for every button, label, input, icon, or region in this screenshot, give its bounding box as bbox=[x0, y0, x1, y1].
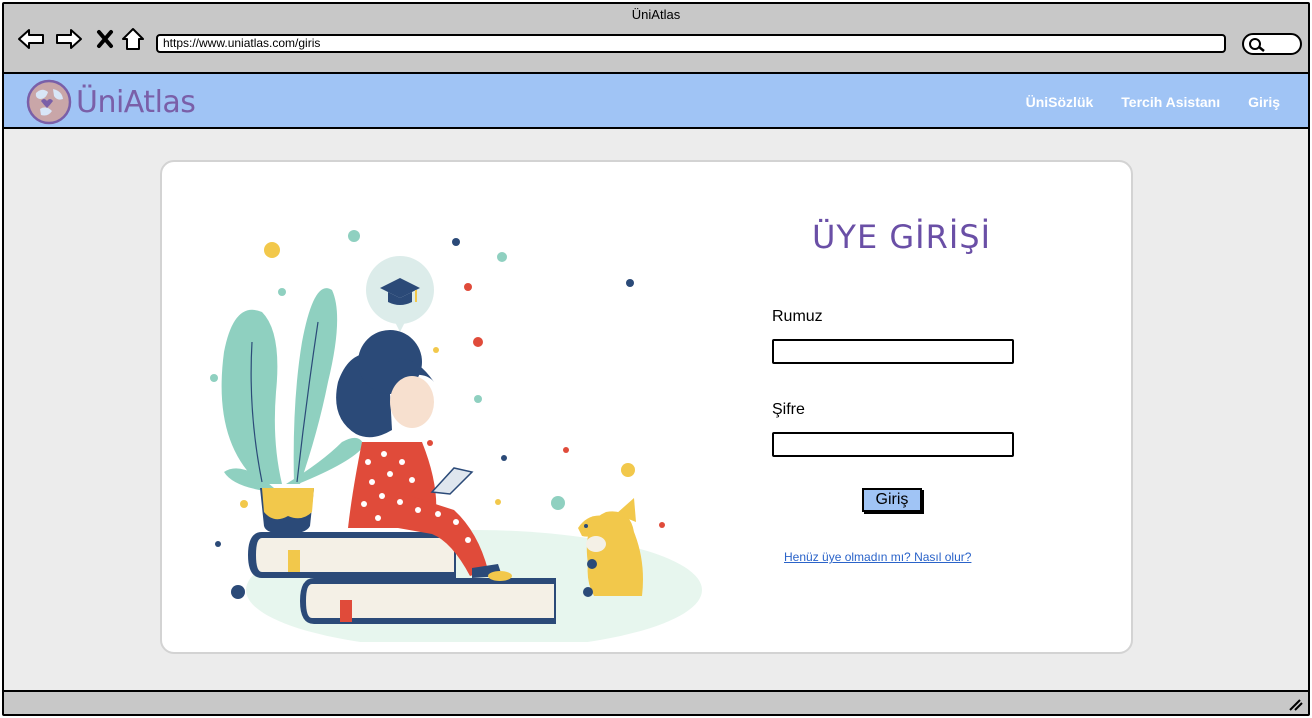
globe-logo-icon bbox=[26, 79, 72, 125]
site-navbar: ÜniAtlas ÜniSözlük Tercih Asistanı Giriş bbox=[4, 74, 1308, 129]
username-input[interactable] bbox=[772, 339, 1014, 364]
password-label: Şifre bbox=[772, 401, 805, 418]
arrow-right-icon bbox=[56, 29, 82, 49]
login-title: ÜYE GİRİŞİ bbox=[812, 218, 992, 256]
nav-link-giris[interactable]: Giriş bbox=[1248, 94, 1280, 110]
arrow-left-icon bbox=[18, 29, 44, 49]
search-icon bbox=[1249, 38, 1265, 52]
site-logo[interactable]: ÜniAtlas bbox=[26, 79, 196, 125]
username-label: Rumuz bbox=[772, 308, 823, 325]
status-bar bbox=[4, 694, 1308, 714]
back-button[interactable] bbox=[16, 26, 46, 52]
login-card: ÜYE GİRİŞİ Rumuz Şifre Giriş Henüz üye o… bbox=[160, 160, 1133, 654]
browser-search-button[interactable] bbox=[1242, 33, 1302, 55]
stop-button[interactable] bbox=[90, 26, 120, 52]
resize-grip-icon[interactable] bbox=[1288, 698, 1304, 712]
browser-window: ÜniAtlas https://www.uniatlas.com/giris … bbox=[2, 2, 1310, 716]
logo-text: ÜniAtlas bbox=[76, 84, 196, 120]
signup-link[interactable]: Henüz üye olmadın mı? Nasıl olur? bbox=[784, 550, 971, 564]
login-submit-button[interactable]: Giriş bbox=[862, 488, 922, 512]
address-bar[interactable]: https://www.uniatlas.com/giris bbox=[156, 34, 1226, 53]
close-icon bbox=[97, 30, 113, 48]
nav-links: ÜniSözlük Tercih Asistanı Giriş bbox=[998, 74, 1280, 129]
nav-link-tercih-asistani[interactable]: Tercih Asistanı bbox=[1121, 94, 1220, 110]
forward-button[interactable] bbox=[54, 26, 84, 52]
window-title: ÜniAtlas bbox=[631, 7, 681, 22]
password-input[interactable] bbox=[772, 432, 1014, 457]
home-button[interactable] bbox=[118, 26, 148, 52]
student-reading-illustration bbox=[210, 230, 702, 642]
home-icon bbox=[122, 28, 144, 50]
nav-link-unisozluk[interactable]: ÜniSözlük bbox=[1026, 94, 1094, 110]
page-content: ÜniAtlas ÜniSözlük Tercih Asistanı Giriş bbox=[4, 72, 1308, 692]
login-form: ÜYE GİRİŞİ Rumuz Şifre Giriş Henüz üye o… bbox=[762, 162, 1062, 652]
